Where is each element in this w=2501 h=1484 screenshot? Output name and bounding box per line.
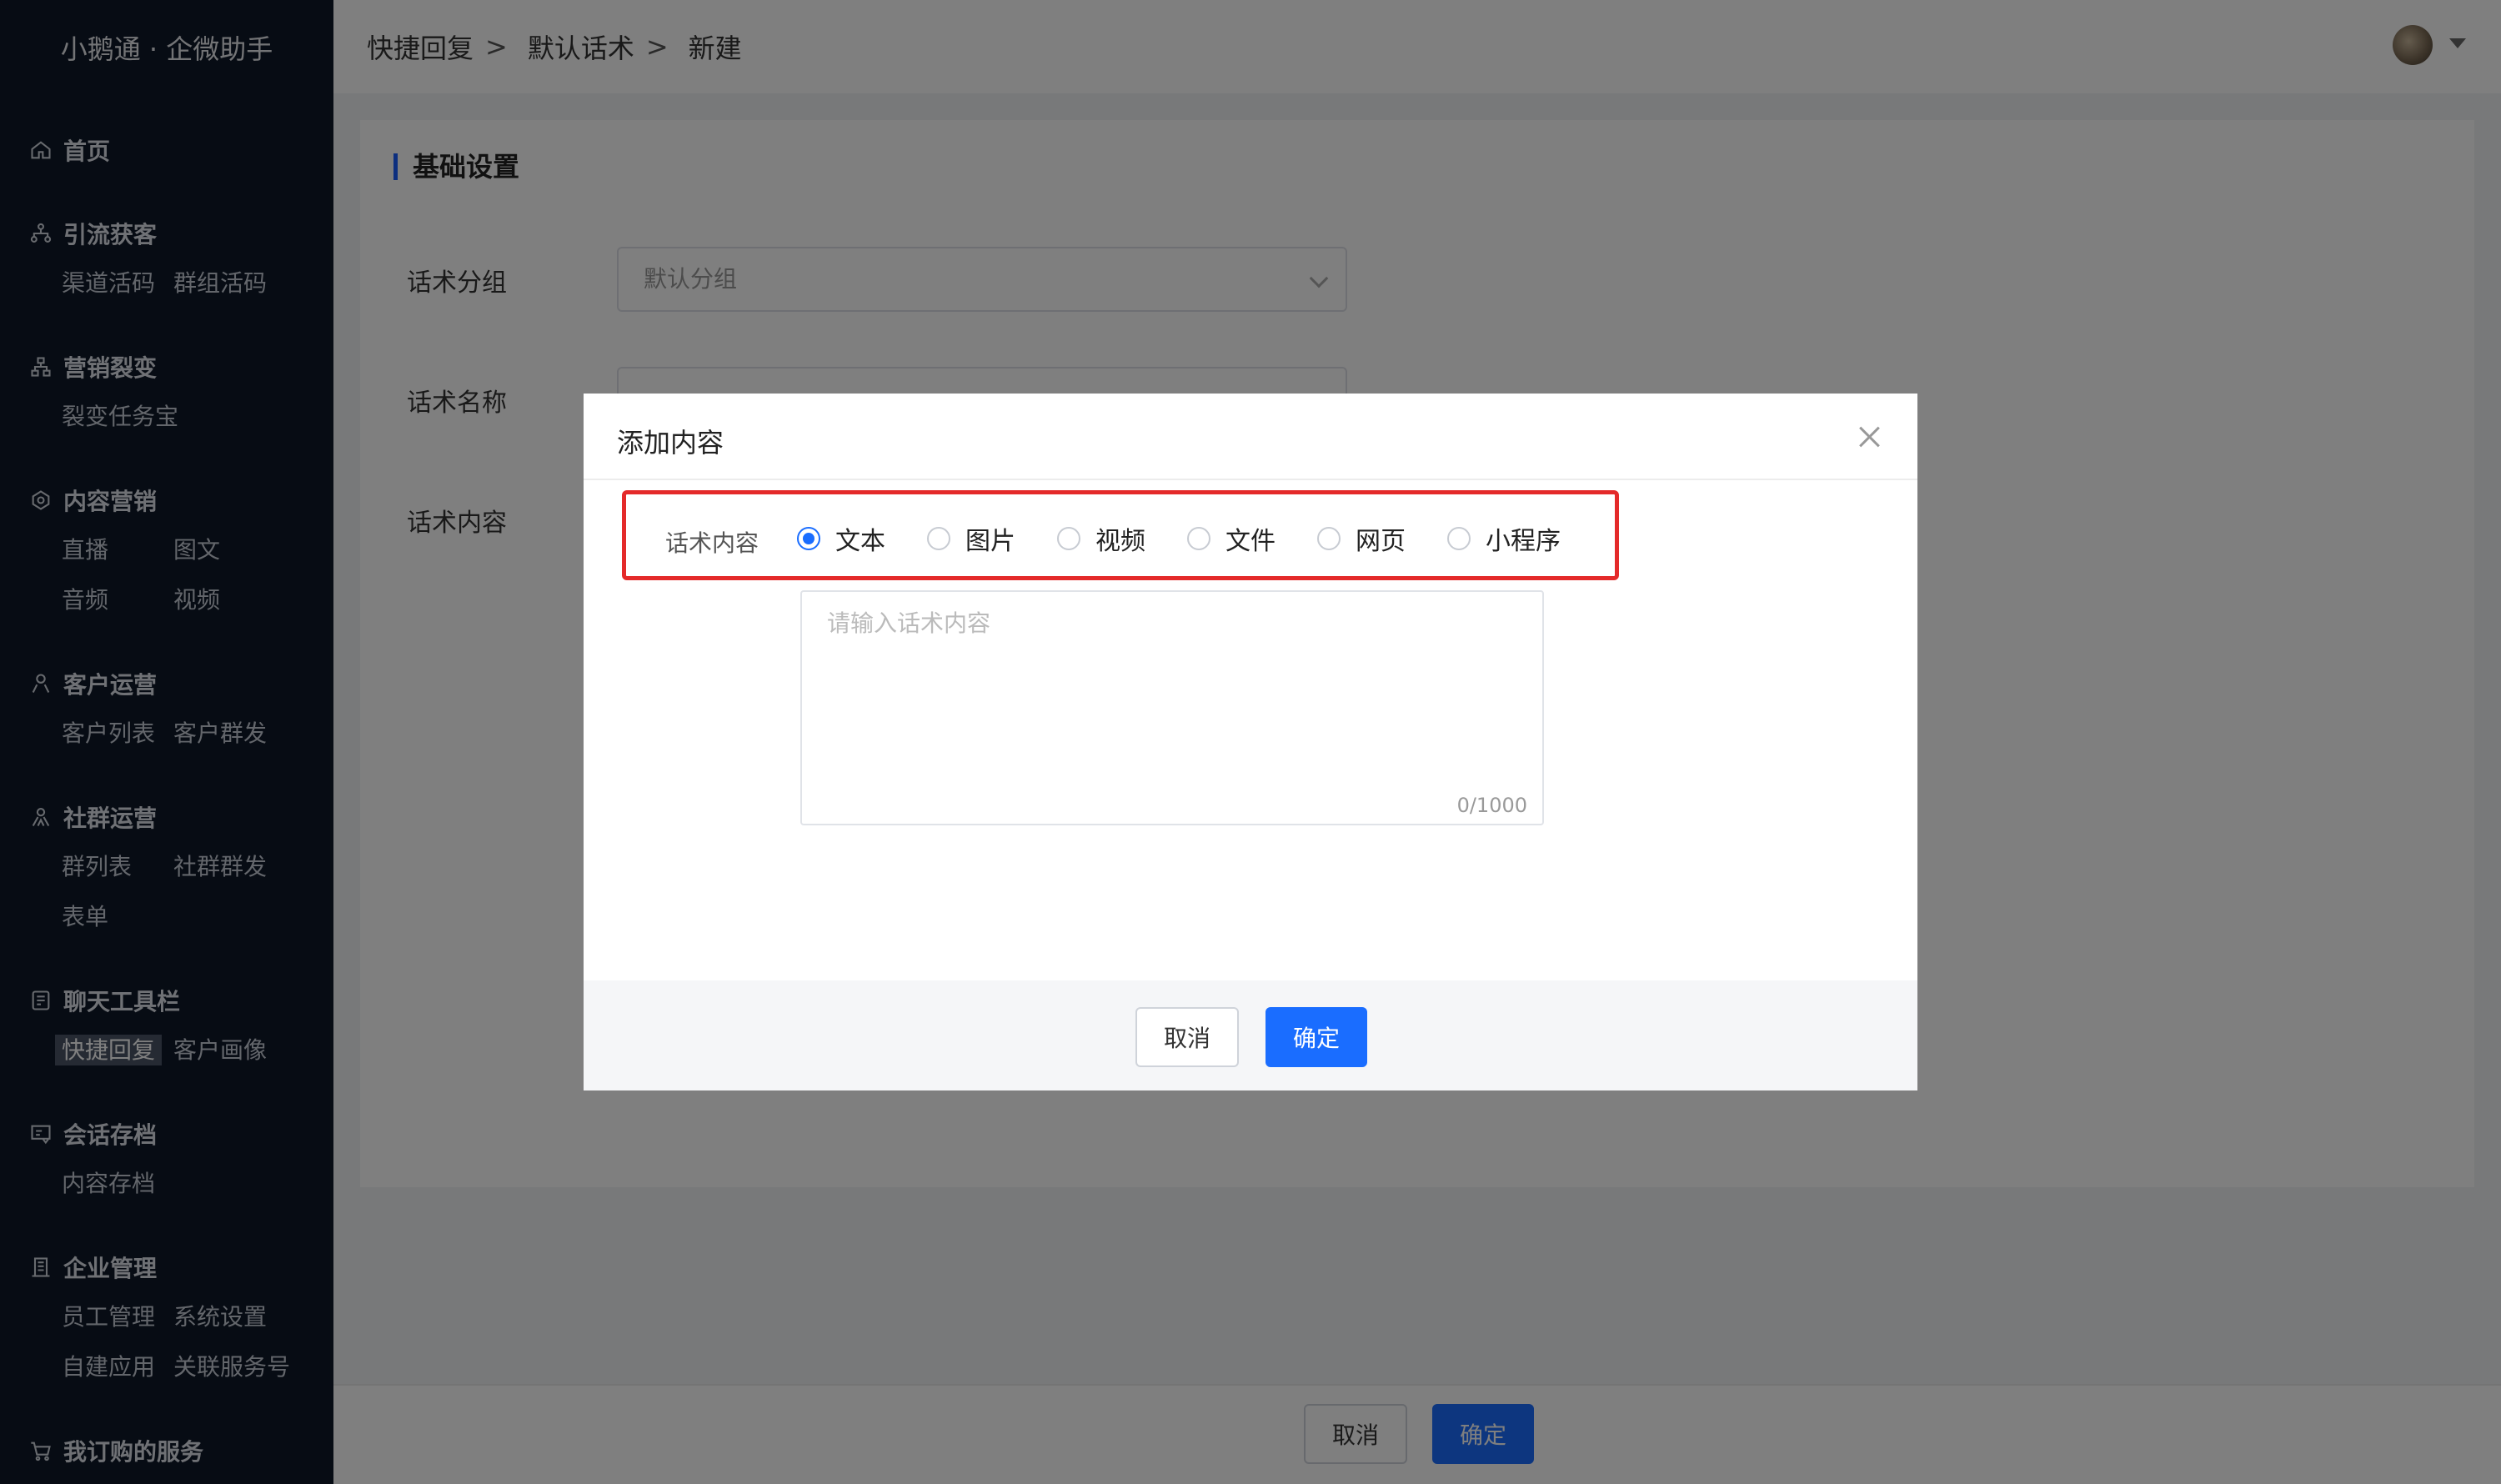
radio-dot [1057,527,1080,550]
radio-video[interactable]: 视频 [1057,520,1145,557]
radio-mini-program[interactable]: 小程序 [1447,520,1561,557]
radio-dot [797,527,820,550]
radio-label: 网页 [1356,527,1406,556]
radio-label: 图片 [965,527,1015,556]
radio-label: 视频 [1095,527,1145,556]
radio-label: 文本 [835,527,885,556]
radio-dot [927,527,950,550]
modal-footer: 取消 确定 [584,980,1917,1090]
modal-title: 添加内容 [617,427,724,459]
radio-dot [1447,527,1471,550]
add-content-modal: 添加内容 话术内容 文本 图片 视频 文件 网页 小程序 请输入话术内容 0/1… [584,394,1917,1090]
radio-dot [1317,527,1341,550]
radio-label: 文件 [1225,527,1276,556]
radio-webpage[interactable]: 网页 [1317,520,1406,557]
close-icon[interactable] [1854,422,1884,452]
modal-cancel-button[interactable]: 取消 [1135,1007,1239,1067]
content-type-label: 话术内容 [665,529,759,557]
textarea-placeholder: 请输入话术内容 [827,609,991,637]
content-type-radio-group: 文本 图片 视频 文件 网页 小程序 [797,520,1602,557]
radio-label: 小程序 [1486,527,1561,556]
radio-file[interactable]: 文件 [1187,520,1276,557]
radio-dot [1187,527,1210,550]
modal-divider [584,479,1917,480]
content-textarea[interactable]: 请输入话术内容 0/1000 [800,590,1544,825]
modal-confirm-button[interactable]: 确定 [1266,1007,1367,1067]
radio-image[interactable]: 图片 [927,520,1015,557]
radio-text[interactable]: 文本 [797,520,885,557]
char-counter: 0/1000 [1456,794,1527,817]
